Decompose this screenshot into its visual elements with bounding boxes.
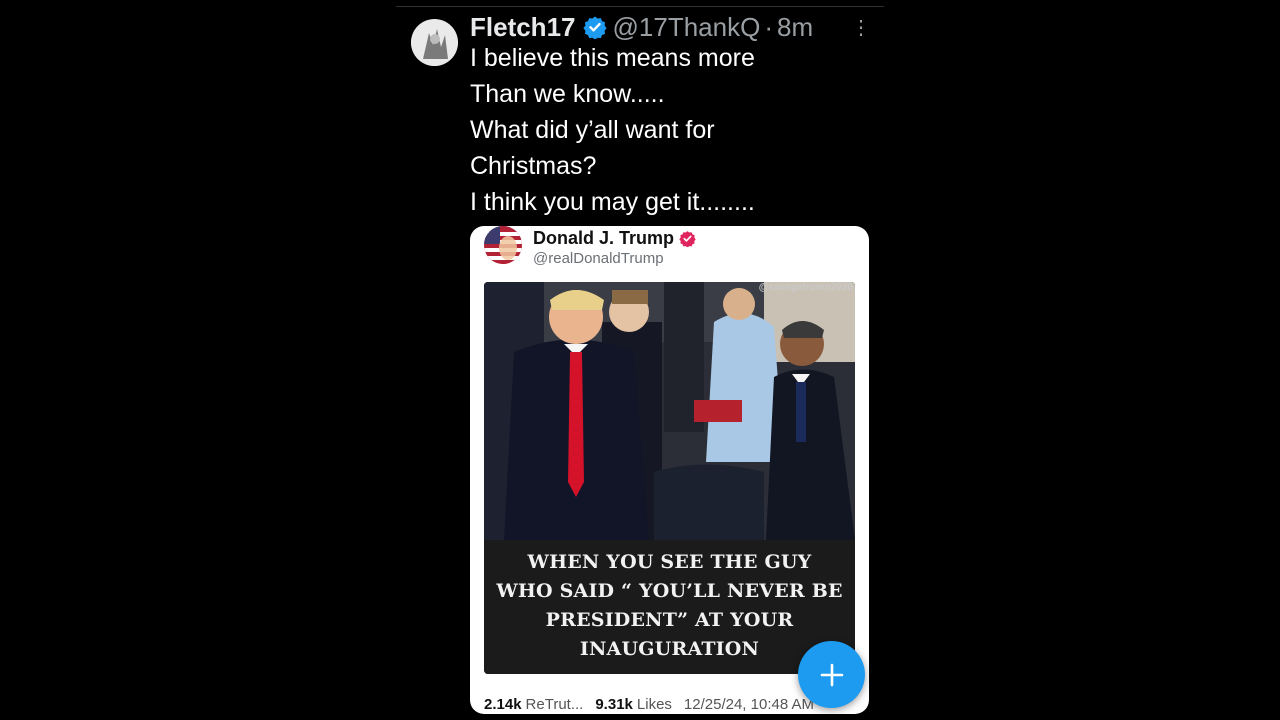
inauguration-photo bbox=[484, 282, 855, 540]
author-name[interactable]: Fletch17 bbox=[470, 12, 576, 43]
separator-dot: · bbox=[764, 11, 773, 42]
tweet-text: I believe this means more Than we know..… bbox=[470, 40, 880, 220]
meme-caption: WHEN YOU SEE THE GUY WHO SAID “ YOU’LL N… bbox=[484, 540, 855, 674]
tweet-text-line: Than we know..... bbox=[470, 80, 665, 108]
quoted-author-handle[interactable]: @realDonaldTrump bbox=[533, 250, 664, 267]
verified-badge-icon bbox=[582, 15, 607, 39]
compose-button[interactable] bbox=[798, 641, 865, 708]
quoted-author-name[interactable]: Donald J. Trump bbox=[533, 228, 674, 249]
flag-avatar-icon bbox=[484, 226, 522, 264]
quoted-author-name-row: Donald J. Trump bbox=[533, 228, 696, 249]
divider bbox=[396, 6, 884, 7]
tweet-text-line: I believe this means more bbox=[470, 44, 755, 72]
author-avatar[interactable] bbox=[411, 19, 458, 66]
tweet-text-line: Christmas? bbox=[470, 152, 597, 180]
caption-line: PRESIDENT” AT YOUR bbox=[545, 609, 794, 631]
post-time[interactable]: 8m bbox=[777, 12, 813, 43]
more-vertical-icon[interactable]: ⋮ bbox=[851, 16, 871, 40]
tweet-header: Fletch17 @17ThankQ · 8m bbox=[470, 10, 813, 44]
tweet-text-line: I think you may get it........ bbox=[470, 188, 755, 216]
quoted-post-card[interactable]: Donald J. Trump @realDonaldTrump @savage… bbox=[470, 226, 869, 714]
plus-icon bbox=[820, 663, 843, 686]
verified-badge-icon bbox=[679, 230, 696, 247]
caption-line: WHEN YOU SEE THE GUY bbox=[527, 551, 812, 573]
author-handle[interactable]: @17ThankQ bbox=[613, 12, 761, 43]
retruths-label: ReTrut... bbox=[525, 695, 584, 713]
quoted-author-avatar[interactable] bbox=[484, 226, 522, 264]
quoted-timestamp: 12/25/24, 10:48 AM bbox=[683, 695, 815, 713]
quoted-image[interactable]: @savagetrump2020 WHEN YOU SEE THE GUY WH… bbox=[484, 282, 855, 674]
likes-label: Likes bbox=[636, 695, 672, 713]
tweet-column: Fletch17 @17ThankQ · 8m ⋮ I believe this… bbox=[396, 0, 884, 720]
retruths-count[interactable]: 2.14k bbox=[484, 696, 522, 713]
caption-line: WHO SAID “ YOU’LL NEVER BE bbox=[496, 580, 843, 602]
avatar-art-icon bbox=[411, 19, 458, 66]
photo-watermark: @savagetrump2020 bbox=[758, 282, 853, 293]
tweet-text-line: What did y’all want for bbox=[470, 116, 715, 144]
likes-count[interactable]: 9.31k bbox=[595, 696, 633, 713]
caption-line: INAUGURATION bbox=[579, 638, 760, 660]
